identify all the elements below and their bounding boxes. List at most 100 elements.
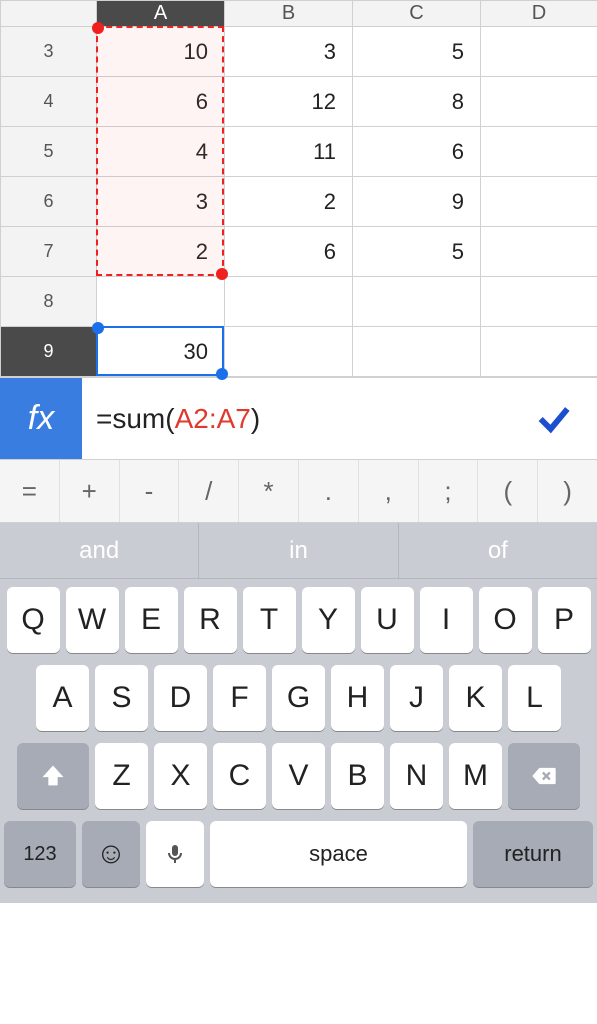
key-q[interactable]: Q: [7, 587, 60, 653]
keyboard-row-4: 123 ☺ space return: [4, 821, 593, 887]
key-t[interactable]: T: [243, 587, 296, 653]
row-header[interactable]: 9: [1, 327, 97, 377]
cell-A8[interactable]: [97, 277, 225, 327]
cell-B5[interactable]: 11: [225, 127, 353, 177]
key-u[interactable]: U: [361, 587, 414, 653]
spreadsheet-grid[interactable]: A B C D 3 10 3 5 4 6 12 8 5 4 11 6 6: [0, 0, 597, 377]
cell-A9[interactable]: 30: [97, 327, 225, 377]
cell-D8[interactable]: [481, 277, 597, 327]
cell-B4[interactable]: 12: [225, 77, 353, 127]
key-r[interactable]: R: [184, 587, 237, 653]
formula-bar: fx =sum(A2:A7): [0, 377, 597, 459]
column-header-row: A B C D: [1, 1, 597, 27]
cell-D3[interactable]: [481, 27, 597, 77]
key-n[interactable]: N: [390, 743, 443, 809]
emoji-icon: ☺: [96, 837, 127, 871]
dictation-key[interactable]: [146, 821, 204, 887]
cell-C6[interactable]: 9: [353, 177, 481, 227]
cell-B9[interactable]: [225, 327, 353, 377]
key-s[interactable]: S: [95, 665, 148, 731]
fx-button[interactable]: fx: [0, 378, 82, 459]
row-header[interactable]: 6: [1, 177, 97, 227]
key-y[interactable]: Y: [302, 587, 355, 653]
key-d[interactable]: D: [154, 665, 207, 731]
suggestion[interactable]: and: [0, 523, 199, 578]
col-header-D[interactable]: D: [481, 1, 597, 27]
table-row: 4 6 12 8: [1, 77, 597, 127]
cell-C5[interactable]: 6: [353, 127, 481, 177]
confirm-formula-button[interactable]: [511, 378, 597, 459]
key-l[interactable]: L: [508, 665, 561, 731]
numbers-key[interactable]: 123: [4, 821, 76, 887]
cell-D5[interactable]: [481, 127, 597, 177]
cell-A7[interactable]: 2: [97, 227, 225, 277]
cell-C8[interactable]: [353, 277, 481, 327]
cell-A3[interactable]: 10: [97, 27, 225, 77]
key-w[interactable]: W: [66, 587, 119, 653]
symbol-key-equals[interactable]: =: [0, 460, 60, 522]
key-o[interactable]: O: [479, 587, 532, 653]
cell-C4[interactable]: 8: [353, 77, 481, 127]
key-p[interactable]: P: [538, 587, 591, 653]
col-header-A[interactable]: A: [97, 1, 225, 27]
symbol-key-star[interactable]: *: [239, 460, 299, 522]
microphone-icon: [163, 842, 187, 866]
row-header[interactable]: 7: [1, 227, 97, 277]
cell-B7[interactable]: 6: [225, 227, 353, 277]
space-key[interactable]: space: [210, 821, 467, 887]
key-a[interactable]: A: [36, 665, 89, 731]
table-row: 5 4 11 6: [1, 127, 597, 177]
row-header[interactable]: 8: [1, 277, 97, 327]
cell-A5[interactable]: 4: [97, 127, 225, 177]
cell-C9[interactable]: [353, 327, 481, 377]
symbol-key-comma[interactable]: ,: [359, 460, 419, 522]
keyboard-row-1: Q W E R T Y U I O P: [4, 587, 593, 653]
suggestion[interactable]: in: [199, 523, 398, 578]
cell-B3[interactable]: 3: [225, 27, 353, 77]
key-b[interactable]: B: [331, 743, 384, 809]
symbol-toolbar: = + - / * . , ; ( ): [0, 459, 597, 523]
key-i[interactable]: I: [420, 587, 473, 653]
symbol-key-rparen[interactable]: ): [538, 460, 597, 522]
cell-C7[interactable]: 5: [353, 227, 481, 277]
row-header[interactable]: 3: [1, 27, 97, 77]
symbol-key-semicolon[interactable]: ;: [419, 460, 479, 522]
key-h[interactable]: H: [331, 665, 384, 731]
key-m[interactable]: M: [449, 743, 502, 809]
col-header-C[interactable]: C: [353, 1, 481, 27]
formula-text-suffix: ): [251, 403, 260, 435]
return-key[interactable]: return: [473, 821, 593, 887]
shift-key[interactable]: [17, 743, 89, 809]
cell-D6[interactable]: [481, 177, 597, 227]
symbol-key-lparen[interactable]: (: [478, 460, 538, 522]
cell-D7[interactable]: [481, 227, 597, 277]
symbol-key-minus[interactable]: -: [120, 460, 180, 522]
key-c[interactable]: C: [213, 743, 266, 809]
cell-D9[interactable]: [481, 327, 597, 377]
cell-D4[interactable]: [481, 77, 597, 127]
key-x[interactable]: X: [154, 743, 207, 809]
key-e[interactable]: E: [125, 587, 178, 653]
row-header[interactable]: 5: [1, 127, 97, 177]
key-j[interactable]: J: [390, 665, 443, 731]
backspace-key[interactable]: [508, 743, 580, 809]
key-v[interactable]: V: [272, 743, 325, 809]
key-z[interactable]: Z: [95, 743, 148, 809]
on-screen-keyboard: and in of Q W E R T Y U I O P A S D F G …: [0, 523, 597, 903]
cell-A4[interactable]: 6: [97, 77, 225, 127]
cell-B6[interactable]: 2: [225, 177, 353, 227]
formula-input[interactable]: =sum(A2:A7): [82, 378, 511, 459]
key-k[interactable]: K: [449, 665, 502, 731]
symbol-key-slash[interactable]: /: [179, 460, 239, 522]
suggestion[interactable]: of: [399, 523, 597, 578]
cell-B8[interactable]: [225, 277, 353, 327]
row-header[interactable]: 4: [1, 77, 97, 127]
key-f[interactable]: F: [213, 665, 266, 731]
symbol-key-plus[interactable]: +: [60, 460, 120, 522]
col-header-B[interactable]: B: [225, 1, 353, 27]
cell-A6[interactable]: 3: [97, 177, 225, 227]
key-g[interactable]: G: [272, 665, 325, 731]
cell-C3[interactable]: 5: [353, 27, 481, 77]
emoji-key[interactable]: ☺: [82, 821, 140, 887]
symbol-key-dot[interactable]: .: [299, 460, 359, 522]
